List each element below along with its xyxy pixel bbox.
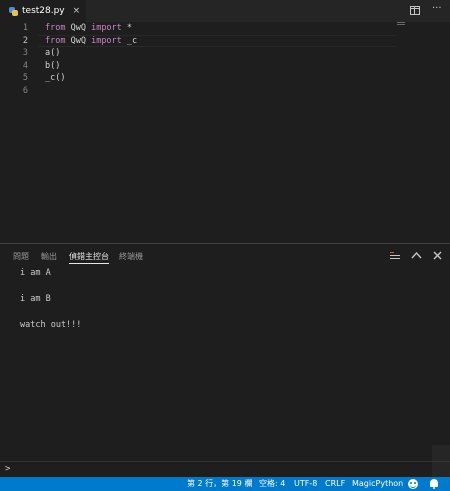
- code-line[interactable]: 6: [0, 85, 450, 97]
- tab-problems[interactable]: 問題: [13, 251, 29, 262]
- line-number: 2: [22, 35, 28, 46]
- code-editor[interactable]: 1 from QwQ import * 2 from QwQ import _c 3 a(…: [0, 22, 450, 243]
- more-actions-icon[interactable]: ···: [432, 3, 442, 14]
- code-token: _c: [121, 35, 138, 46]
- code-line[interactable]: 3 a(): [0, 47, 450, 59]
- editor-tab-bar: test28.py × ···: [0, 0, 450, 22]
- keyword-token: import: [91, 35, 122, 46]
- input-scrollbar[interactable]: [432, 462, 450, 478]
- language-mode[interactable]: MagicPython: [352, 478, 403, 490]
- panel-scrollbar[interactable]: [432, 445, 450, 462]
- console-output-line: i am A: [20, 268, 51, 278]
- feedback-smiley-icon[interactable]: [408, 479, 418, 489]
- debug-console-input[interactable]: >: [0, 461, 450, 478]
- code-line[interactable]: 1 from QwQ import *: [0, 22, 450, 34]
- tab-terminal[interactable]: 終端機: [119, 251, 143, 262]
- maximize-panel-icon[interactable]: [411, 252, 422, 259]
- code-token: *: [121, 23, 133, 33]
- line-number: 3: [22, 48, 28, 58]
- code-text: a(): [45, 47, 60, 59]
- code-text: from QwQ import *: [45, 22, 132, 34]
- line-endings[interactable]: CRLF: [325, 478, 345, 490]
- split-editor-icon[interactable]: [410, 6, 420, 15]
- tab-test28-py[interactable]: test28.py ×: [0, 0, 86, 22]
- code-token: b(): [45, 60, 61, 71]
- code-token: QwQ: [65, 35, 92, 46]
- keyword-token: from: [45, 23, 66, 33]
- encoding[interactable]: UTF-8: [294, 478, 317, 490]
- line-number: 5: [22, 73, 28, 83]
- indentation[interactable]: 空格: 4: [259, 478, 285, 490]
- close-panel-icon[interactable]: [433, 251, 442, 260]
- notification-bell-icon[interactable]: [430, 479, 438, 489]
- cursor-position[interactable]: 第 2 行，第 19 欄: [187, 478, 252, 490]
- code-line[interactable]: 5 _c(): [0, 72, 450, 84]
- code-text: from QwQ import _c: [45, 35, 137, 47]
- tab-label: test28.py: [22, 6, 65, 16]
- python-file-icon: [9, 6, 18, 16]
- line-number: 6: [22, 85, 28, 96]
- line-number: 4: [22, 60, 28, 71]
- tab-debug-console[interactable]: 偵錯主控台: [69, 251, 109, 264]
- keyword-token: from: [45, 35, 66, 46]
- tab-close-button[interactable]: ×: [73, 6, 81, 16]
- code-text: _c(): [45, 72, 65, 84]
- code-line[interactable]: 4 b(): [0, 60, 450, 72]
- code-line[interactable]: 2 from QwQ import _c: [0, 34, 450, 47]
- console-output-line: i am B: [20, 294, 51, 304]
- tab-output[interactable]: 輸出: [41, 251, 57, 262]
- line-number: 1: [22, 23, 28, 33]
- bottom-panel: 問題 輸出 偵錯主控台 終端機 i am A i am B watch out!…: [0, 243, 450, 462]
- console-output-line: watch out!!!: [20, 320, 82, 330]
- console-prompt: >: [5, 464, 11, 474]
- keyword-token: import: [91, 23, 122, 33]
- code-text: b(): [45, 60, 60, 72]
- panel-tabs: 問題 輸出 偵錯主控台 終端機: [0, 244, 450, 268]
- minimap[interactable]: [397, 22, 405, 28]
- code-token: QwQ: [65, 23, 92, 33]
- code-token: _c(): [45, 73, 66, 83]
- status-bar: 第 2 行，第 19 欄 空格: 4 UTF-8 CRLF MagicPytho…: [0, 477, 450, 491]
- clear-console-icon[interactable]: [390, 252, 400, 260]
- code-token: a(): [45, 48, 61, 58]
